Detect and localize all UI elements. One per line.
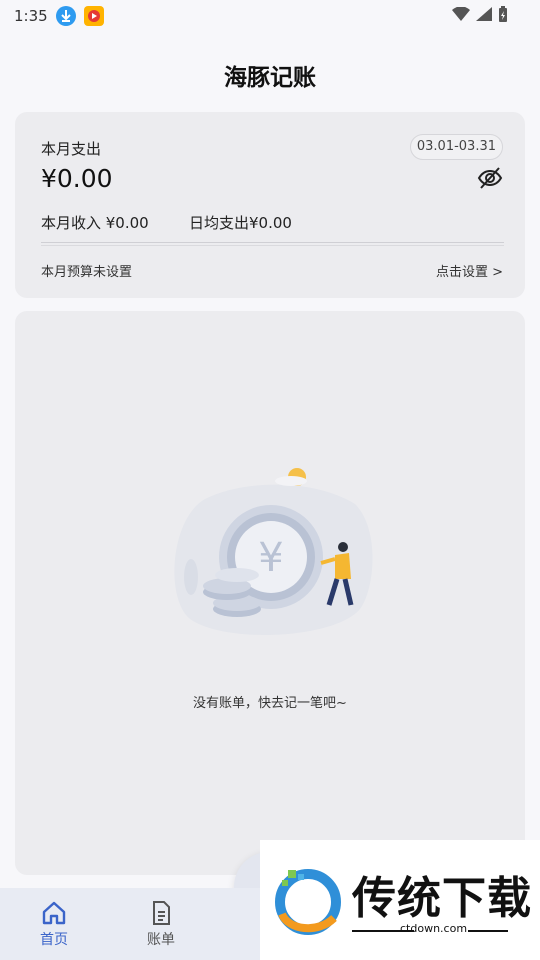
watermark-line-right [468,930,508,932]
watermark-title: 传统下载 [352,873,532,924]
daily-expense-text: 日均支出¥0.00 [189,214,292,232]
month-income-text: 本月收入 ¥0.00 [41,214,149,232]
watermark-logo: 传统下载 ctdown.com [260,840,540,960]
status-time: 1:35 [14,7,48,25]
divider [41,242,504,246]
battery-icon [499,6,507,22]
page-title: 海豚记账 [224,65,316,91]
date-range-selector[interactable]: 03.01-03.31 [409,134,503,160]
tab-bills-label: 账单 [147,932,175,948]
wifi-icon [452,7,470,21]
watermark-emblem-icon [275,869,341,935]
document-icon [153,901,170,925]
empty-state-illustration: ¥ [174,468,373,636]
budget-status-text: 本月预算未设置 [41,265,133,280]
set-budget-link[interactable]: 点击设置 > [436,261,503,280]
eye-off-icon[interactable] [477,166,503,190]
status-bar: 1:35 [0,0,540,32]
watermark-domain: ctdown.com [400,922,468,935]
bill-list-panel: ¥ 没有账单，快去记一笔吧~ [15,311,525,875]
tab-bills[interactable]: 账单 [126,900,196,949]
empty-state-text: 没有账单，快去记一笔吧~ [193,696,347,711]
month-expense-label: 本月支出 [41,140,102,158]
svg-text:¥: ¥ [258,535,283,581]
month-expense-amount: ¥0.00 [41,164,113,193]
tab-home[interactable]: 首页 [19,900,89,949]
tab-home-label: 首页 [40,932,68,948]
monthly-summary-card: 本月支出 03.01-03.31 ¥0.00 本月收入 ¥0.00 日均支出¥0… [15,112,525,298]
video-app-notification-icon [83,6,104,26]
signal-icon [476,7,492,21]
home-icon [42,901,66,925]
download-notification-icon [55,6,76,26]
